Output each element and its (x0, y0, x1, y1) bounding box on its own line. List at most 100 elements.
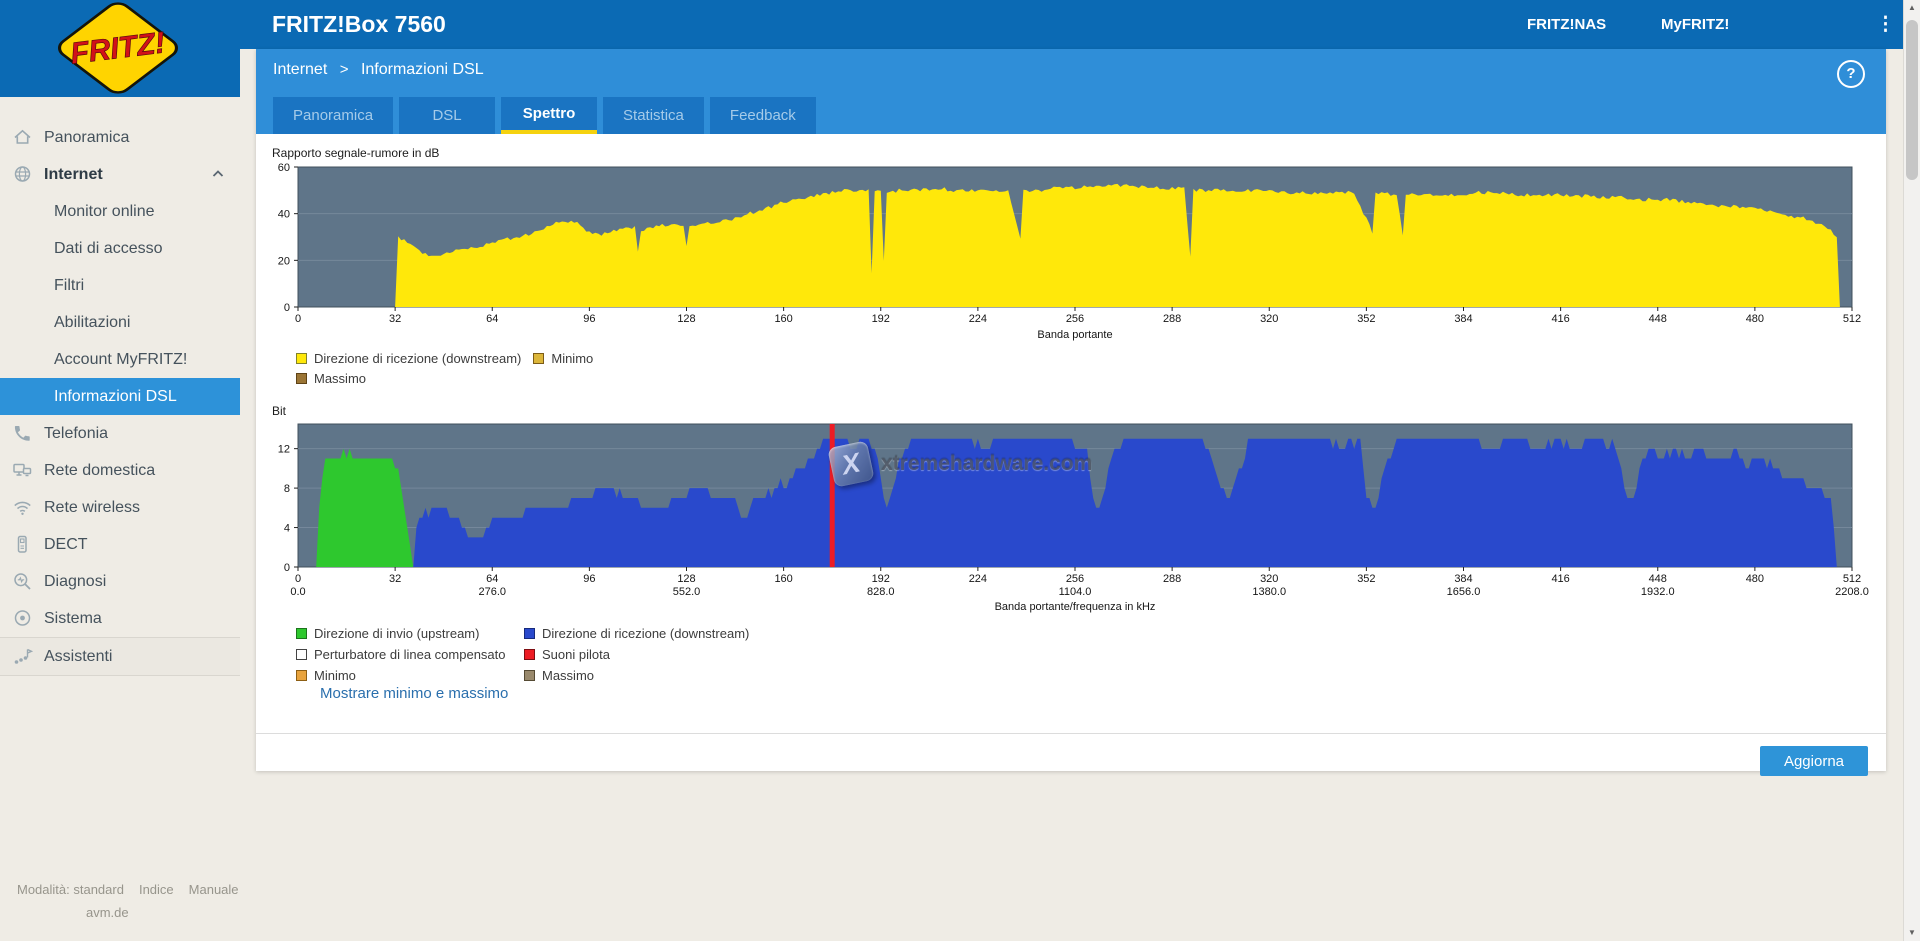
snr-legend: Direzione di ricezione (downstream) Minim… (296, 348, 593, 388)
svg-text:160: 160 (774, 313, 792, 325)
help-icon[interactable]: ? (1837, 60, 1865, 88)
svg-text:1380.0: 1380.0 (1252, 586, 1286, 598)
legend-label: Direzione di ricezione (downstream) (314, 350, 522, 366)
sidebar-item-dati-di-accesso[interactable]: Dati di accesso (0, 230, 240, 267)
svg-text:384: 384 (1454, 573, 1472, 585)
scrollbar[interactable]: ▲ ▼ (1903, 0, 1920, 941)
show-minmax-link[interactable]: Mostrare minimo e massimo (320, 685, 508, 702)
sidebar-item-rete-domestica[interactable]: Rete domestica (0, 452, 240, 489)
svg-text:828.0: 828.0 (867, 586, 895, 598)
svg-text:288: 288 (1163, 573, 1181, 585)
sidebar-nav: Panoramica Internet Monitor online Dati di … (0, 97, 240, 676)
fritz-logo[interactable]: FRITZ! (0, 0, 240, 97)
tab-statistica[interactable]: Statistica (603, 97, 704, 134)
svg-text:480: 480 (1746, 313, 1764, 325)
svg-text:12: 12 (278, 444, 290, 456)
svg-text:192: 192 (872, 313, 890, 325)
svg-text:352: 352 (1357, 313, 1375, 325)
sidebar-item-label: Internet (44, 165, 103, 183)
tab-bar: Panoramica DSL Spettro Statistica Feedback (273, 97, 816, 134)
tab-spettro[interactable]: Spettro (501, 97, 598, 134)
kebab-menu-icon[interactable]: ⋮ (1876, 0, 1895, 49)
sidebar-item-diagnosi[interactable]: Diagnosi (0, 563, 240, 600)
index-link[interactable]: Indice (139, 882, 174, 897)
svg-text:352: 352 (1357, 573, 1375, 585)
sidebar-item-internet[interactable]: Internet (0, 156, 240, 193)
sidebar-item-account-myfritz[interactable]: Account MyFRITZ! (0, 341, 240, 378)
sidebar-item-monitor-online[interactable]: Monitor online (0, 193, 240, 230)
svg-text:32: 32 (389, 573, 401, 585)
refresh-button[interactable]: Aggiorna (1759, 746, 1868, 776)
svg-text:416: 416 (1551, 313, 1569, 325)
fritznas-link[interactable]: FRITZ!NAS (1527, 0, 1606, 49)
snr-chart: 0 20 40 60 0 32 64 96 128 160 192 224 256 288 320 352 38… (278, 162, 1861, 341)
spectrum-page: Rapporto segnale-rumore in dB 0 20 40 60 0 32… (256, 134, 1886, 776)
svg-text:224: 224 (969, 313, 987, 325)
svg-text:20: 20 (278, 255, 290, 267)
svg-text:Banda portante: Banda portante (1037, 329, 1112, 341)
legend-swatch (533, 352, 545, 364)
legend-swatch (524, 670, 535, 681)
svg-text:256: 256 (1066, 313, 1084, 325)
sidebar-item-label: Account MyFRITZ! (54, 350, 188, 368)
svg-text:512: 512 (1843, 313, 1861, 325)
sidebar-item-label: Panoramica (44, 128, 130, 146)
chevron-up-icon (210, 166, 226, 182)
legend-label: Massimo (542, 668, 595, 683)
scroll-down-icon[interactable]: ▼ (1904, 925, 1920, 941)
legend-item-direzione-di-invio-upstream: Direzione di invio (upstream) (296, 626, 524, 641)
sidebar-item-telefonia[interactable]: Telefonia (0, 415, 240, 452)
sidebar-item-label: DECT (44, 535, 88, 553)
page-header-panel: Internet > Informazioni DSL ? Panoramica… (256, 49, 1886, 134)
avm-link[interactable]: avm.de (86, 905, 129, 920)
svg-text:96: 96 (583, 573, 595, 585)
tab-dsl[interactable]: DSL (399, 97, 496, 134)
sidebar-item-panoramica[interactable]: Panoramica (0, 119, 240, 156)
svg-text:1932.0: 1932.0 (1641, 586, 1675, 598)
sidebar-item-label: Monitor online (54, 202, 155, 220)
sidebar-item-assistenti[interactable]: Assistenti (0, 637, 240, 676)
system-icon (12, 608, 33, 629)
sidebar-item-abilitazioni[interactable]: Abilitazioni (0, 304, 240, 341)
svg-text:64: 64 (486, 573, 498, 585)
diagnosis-icon (12, 571, 33, 592)
breadcrumb-internet[interactable]: Internet (273, 61, 327, 78)
legend-swatch (296, 352, 307, 364)
tab-panoramica[interactable]: Panoramica (273, 97, 394, 134)
bit-chart-title: Bit (272, 404, 287, 418)
wizard-icon (12, 646, 34, 667)
svg-text:96: 96 (583, 313, 595, 325)
footer: Modalità: standard Indice Manuale avm.de (0, 882, 256, 920)
sidebar-item-filtri[interactable]: Filtri (0, 267, 240, 304)
svg-text:128: 128 (677, 313, 695, 325)
scroll-thumb[interactable] (1906, 20, 1918, 180)
legend-label: Minimo (551, 350, 594, 366)
scroll-up-icon[interactable]: ▲ (1904, 0, 1920, 16)
legend-swatch (296, 649, 307, 660)
legend-label: Suoni pilota (542, 647, 610, 662)
legend-item-massimo: Massimo (296, 371, 521, 386)
sidebar-item-informazioni-dsl[interactable]: Informazioni DSL (0, 378, 240, 415)
legend-item-direzione-di-ricezione-downstream: Direzione di ricezione (downstream) (524, 626, 749, 641)
manual-link[interactable]: Manuale (189, 882, 239, 897)
sidebar-item-label: Assistenti (44, 647, 113, 665)
myfritz-link[interactable]: MyFRITZ! (1661, 0, 1729, 49)
fritz-logo-image: FRITZ! (57, 2, 179, 94)
sidebar-item-label: Abilitazioni (54, 313, 131, 331)
legend-item-direzione-di-ricezione-downstream: Direzione di ricezione (downstream) (296, 351, 521, 366)
breadcrumb-current: Informazioni DSL (360, 61, 484, 78)
tab-feedback[interactable]: Feedback (709, 97, 816, 134)
legend-swatch (296, 372, 307, 384)
legend-item-massimo: Massimo (524, 668, 749, 683)
sidebar-item-rete-wireless[interactable]: Rete wireless (0, 489, 240, 526)
svg-text:0: 0 (295, 573, 301, 585)
legend-label: Perturbatore di linea compensato (314, 647, 506, 662)
breadcrumb: Internet > Informazioni DSL (273, 61, 484, 79)
svg-text:416: 416 (1551, 573, 1569, 585)
sidebar-item-dect[interactable]: DECT (0, 526, 240, 563)
svg-text:448: 448 (1649, 313, 1667, 325)
legend-swatch (524, 649, 535, 660)
svg-text:64: 64 (486, 313, 498, 325)
svg-text:192: 192 (872, 573, 890, 585)
sidebar-item-sistema[interactable]: Sistema (0, 600, 240, 637)
